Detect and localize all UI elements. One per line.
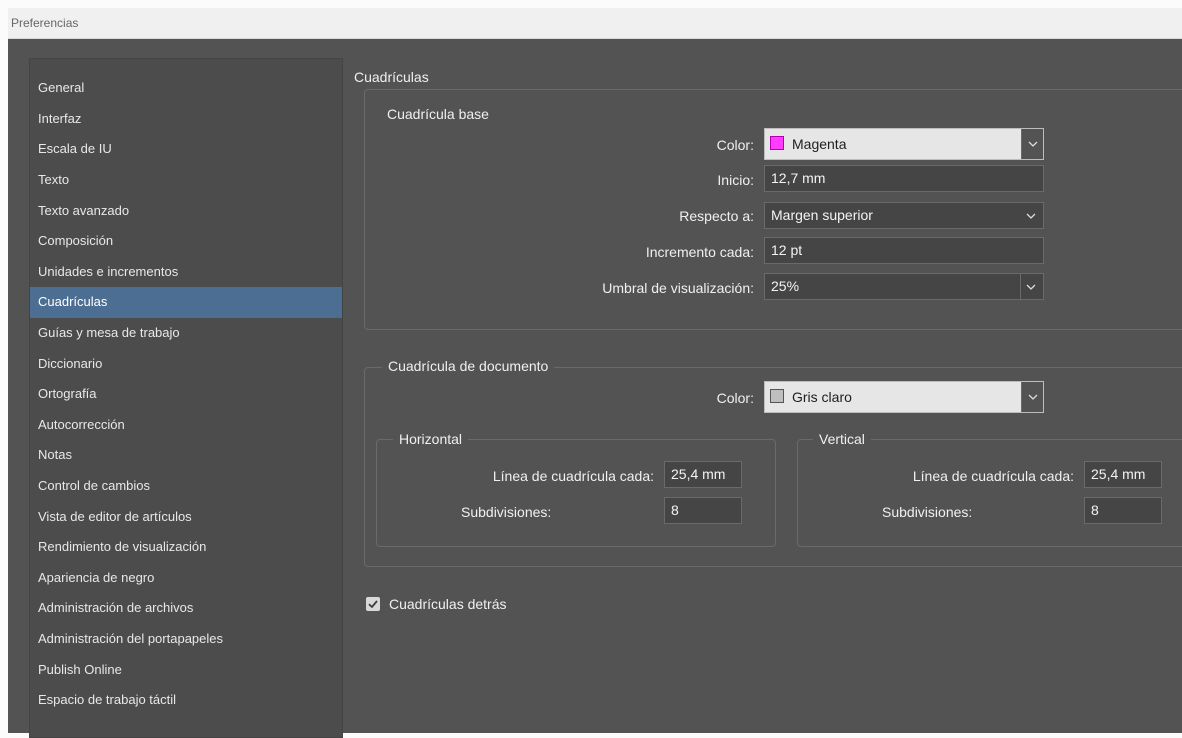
grids-behind-label[interactable]: Cuadrículas detrás [389,596,507,612]
doc-color-label: Color: [716,390,754,406]
page-title: Cuadrículas [354,69,429,85]
sidebar-item-publish-online[interactable]: Publish Online [30,655,342,686]
sidebar-item-general[interactable]: General [30,73,342,104]
base-increment-label: Incremento cada: [645,244,754,260]
horizontal-group [376,439,776,547]
base-threshold-dropdown[interactable]: 25% [764,273,1044,300]
sidebar-item-texto-avanzado[interactable]: Texto avanzado [30,196,342,227]
sidebar-item-apariencia-negro[interactable]: Apariencia de negro [30,563,342,594]
doc-color-value: Gris claro [792,389,852,405]
base-relative-dropdown[interactable]: Margen superior [764,202,1044,229]
window-title: Preferencias [8,8,1182,39]
base-threshold-label: Umbral de visualización: [602,280,754,296]
grids-behind-checkbox[interactable] [366,597,380,611]
base-color-dropdown[interactable]: Magenta [764,128,1044,160]
chevron-down-icon [1026,213,1036,219]
checkmark-icon [368,600,378,609]
gray-swatch-icon [770,389,784,403]
preferences-window: Preferencias General Interfaz Escala de … [8,8,1182,738]
sidebar: General Interfaz Escala de IU Texto Text… [29,58,343,738]
vertical-gridline-input[interactable]: 25,4 mm [1084,461,1162,488]
doc-color-dropdown[interactable]: Gris claro [764,381,1044,413]
sidebar-item-escala-iu[interactable]: Escala de IU [30,134,342,165]
sidebar-item-rendimiento[interactable]: Rendimiento de visualización [30,532,342,563]
horizontal-subdiv-input[interactable]: 8 [664,497,742,524]
vertical-legend: Vertical [813,431,871,447]
sidebar-item-vista-editor[interactable]: Vista de editor de artículos [30,502,342,533]
vertical-gridline-label: Línea de cuadrícula cada: [912,468,1074,484]
vertical-subdiv-input[interactable]: 8 [1084,497,1162,524]
sidebar-item-texto[interactable]: Texto [30,165,342,196]
sidebar-item-espacio-tactil[interactable]: Espacio de trabajo táctil [30,685,342,716]
base-threshold-value: 25% [771,278,800,294]
chevron-down-icon[interactable] [1021,382,1043,412]
sidebar-item-notas[interactable]: Notas [30,440,342,471]
chevron-down-icon[interactable] [1021,129,1043,159]
horizontal-subdiv-label: Subdivisiones: [461,504,552,520]
sidebar-item-control-cambios[interactable]: Control de cambios [30,471,342,502]
base-relative-value: Margen superior [771,207,873,223]
magenta-swatch-icon [770,136,784,150]
sidebar-item-interfaz[interactable]: Interfaz [30,104,342,135]
sidebar-item-ortografia[interactable]: Ortografía [30,379,342,410]
chevron-down-icon [1026,284,1036,290]
base-color-label: Color: [716,137,754,153]
base-start-label: Inicio: [717,172,754,188]
sidebar-item-archivos[interactable]: Administración de archivos [30,593,342,624]
sidebar-item-autocorreccion[interactable]: Autocorrección [30,410,342,441]
sidebar-item-cuadriculas[interactable]: Cuadrículas [30,287,342,318]
base-start-input[interactable]: 12,7 mm [764,165,1044,192]
sidebar-item-guias[interactable]: Guías y mesa de trabajo [30,318,342,349]
horizontal-gridline-label: Línea de cuadrícula cada: [492,468,654,484]
base-increment-input[interactable]: 12 pt [764,237,1044,264]
sidebar-item-unidades[interactable]: Unidades e incrementos [30,257,342,288]
sidebar-item-diccionario[interactable]: Diccionario [30,349,342,380]
vertical-subdiv-label: Subdivisiones: [882,504,973,520]
horizontal-legend: Horizontal [393,431,469,447]
sidebar-item-portapapeles[interactable]: Administración del portapapeles [30,624,342,655]
base-color-value: Magenta [792,136,847,152]
vertical-group [797,439,1182,547]
doc-grid-legend: Cuadrícula de documento [382,358,555,374]
dropdown-divider [1020,274,1021,299]
base-grid-legend: Cuadrícula base [381,106,495,122]
sidebar-item-composicion[interactable]: Composición [30,226,342,257]
horizontal-gridline-input[interactable]: 25,4 mm [664,461,742,488]
base-relative-label: Respecto a: [679,208,754,224]
